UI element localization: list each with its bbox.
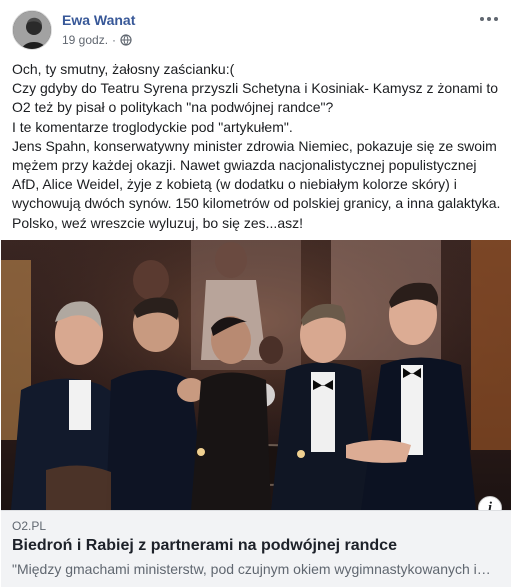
author-name[interactable]: Ewa Wanat xyxy=(62,12,135,28)
post-text-line: I te komentarze troglodyckie pod "artyku… xyxy=(12,118,293,135)
post-header: Ewa Wanat 19 godz. · xyxy=(0,0,512,56)
link-description: "Między gmachami ministerstw, pod czujny… xyxy=(12,561,491,577)
author-avatar[interactable] xyxy=(12,10,52,50)
post-text-line: Czy gdyby do Teatru Syrena przyszli Sche… xyxy=(12,80,499,116)
meta-separator: · xyxy=(112,33,117,47)
link-title[interactable]: Biedroń i Rabiej z partnerami na podwójn… xyxy=(12,537,397,555)
post-meta: 19 godz. · xyxy=(62,33,132,47)
post-text-line: Jens Spahn, konserwatywny minister zdrow… xyxy=(12,137,501,231)
more-options-icon[interactable] xyxy=(480,12,500,26)
post-timestamp[interactable]: 19 godz. xyxy=(62,33,108,47)
post-photo[interactable] xyxy=(1,240,511,510)
link-preview-card[interactable]: O2.PL Biedroń i Rabiej z partnerami na p… xyxy=(1,510,511,587)
post-text: Och, ty smutny, żałosny zaścianku:( Czy … xyxy=(12,60,504,233)
link-domain: O2.PL xyxy=(12,519,47,533)
globe-icon[interactable] xyxy=(120,34,132,46)
post-text-line: Och, ty smutny, żałosny zaścianku:( xyxy=(12,61,235,77)
